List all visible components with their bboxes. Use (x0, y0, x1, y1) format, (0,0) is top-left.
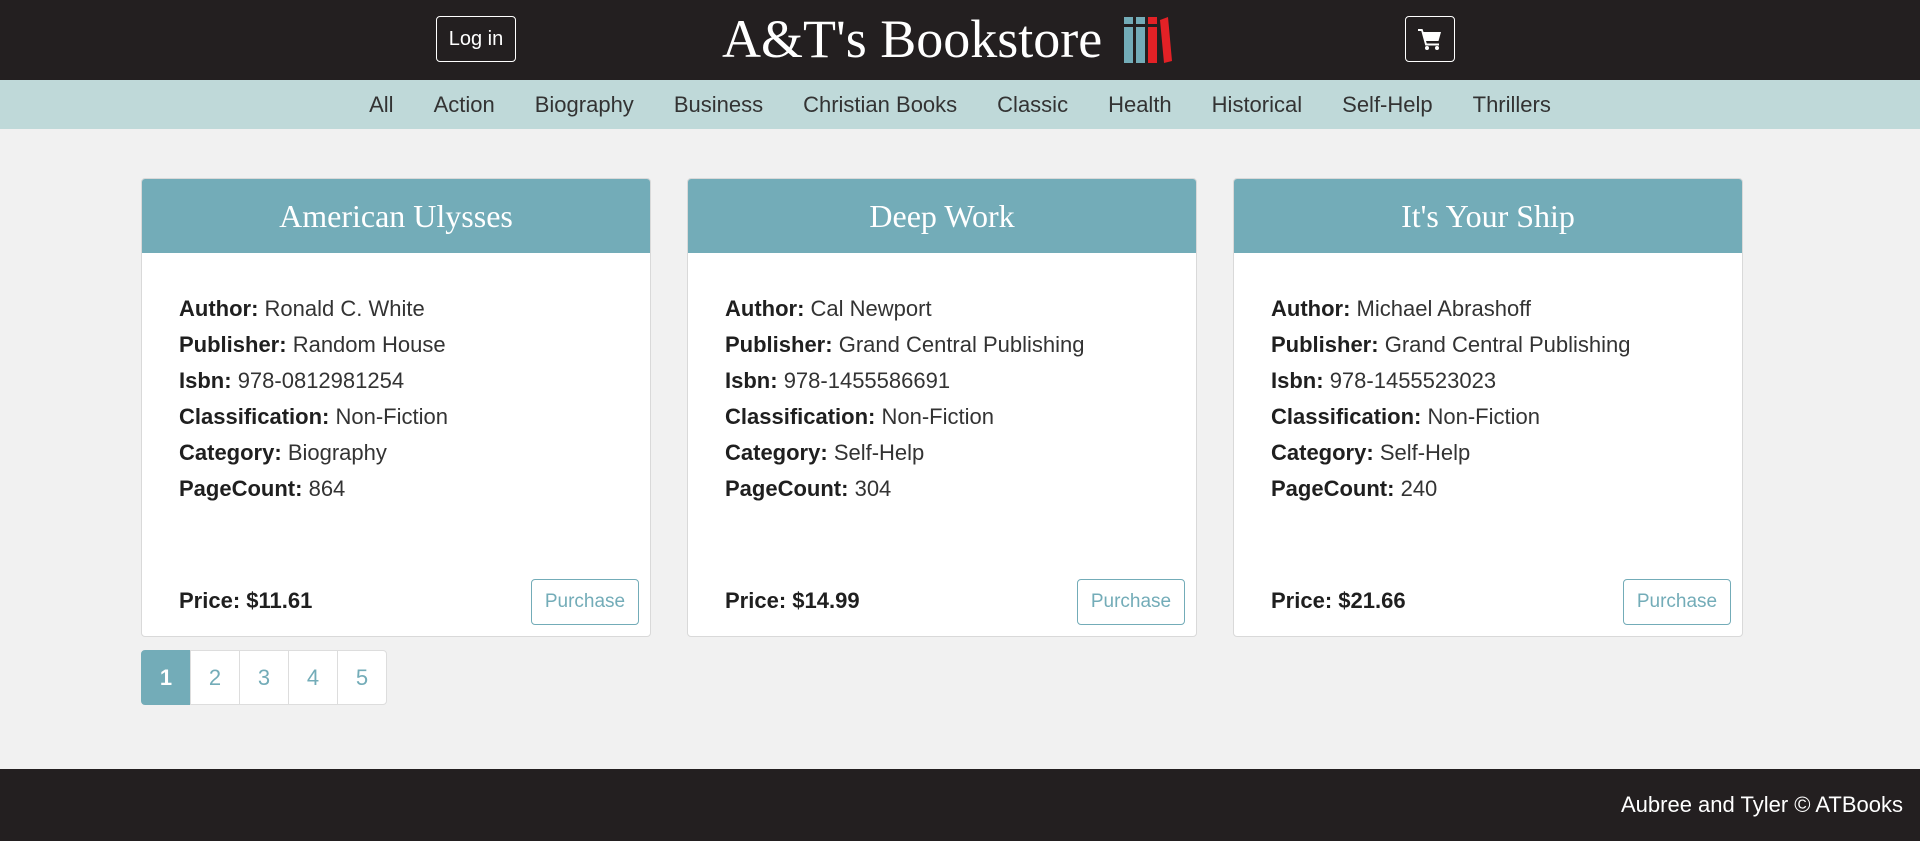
isbn-label: Isbn: (179, 368, 232, 393)
category-link-historical[interactable]: Historical (1192, 80, 1322, 129)
category-label: Category: (1271, 440, 1374, 465)
page-4-button[interactable]: 4 (288, 650, 338, 705)
book-price: Price: $14.99 (725, 583, 860, 619)
category-link-all[interactable]: All (349, 80, 413, 129)
category-label: Category: (179, 440, 282, 465)
book-price: Price: $11.61 (179, 583, 312, 619)
book-price: Price: $21.66 (1271, 583, 1406, 619)
isbn-value: 978-1455523023 (1329, 368, 1497, 393)
book-title: American Ulysses (142, 179, 650, 253)
purchase-button[interactable]: Purchase (531, 579, 639, 625)
page-2-button[interactable]: 2 (190, 650, 240, 705)
pagecount-value: 304 (854, 476, 892, 501)
category-value: Self-Help (1379, 440, 1471, 465)
pagecount-value: 864 (308, 476, 346, 501)
book-details: Author: Michael Abrashoff Publisher: Gra… (1271, 291, 1722, 507)
category-link-thrillers[interactable]: Thrillers (1453, 80, 1571, 129)
category-value: Biography (287, 440, 387, 465)
classification-label: Classification: (1271, 404, 1422, 429)
category-value: Self-Help (833, 440, 925, 465)
category-link-business[interactable]: Business (654, 80, 783, 129)
publisher-value: Random House (292, 332, 446, 357)
top-navbar: Log in A&T's Bookstore (0, 0, 1920, 80)
category-link-health[interactable]: Health (1088, 80, 1192, 129)
isbn-value: 978-1455586691 (783, 368, 951, 393)
pagecount-label: PageCount: (179, 476, 303, 501)
purchase-button[interactable]: Purchase (1077, 579, 1185, 625)
category-link-christian-books[interactable]: Christian Books (783, 80, 977, 129)
category-link-biography[interactable]: Biography (515, 80, 654, 129)
page-3-button[interactable]: 3 (239, 650, 289, 705)
footer: Aubree and Tyler © ATBooks (0, 769, 1920, 841)
isbn-label: Isbn: (725, 368, 778, 393)
category-link-self-help[interactable]: Self-Help (1322, 80, 1452, 129)
isbn-label: Isbn: (1271, 368, 1324, 393)
author-label: Author: (725, 296, 805, 321)
page-1-button[interactable]: 1 (141, 650, 191, 705)
classification-label: Classification: (179, 404, 330, 429)
price-label: Price: (1271, 588, 1333, 613)
category-link-classic[interactable]: Classic (977, 80, 1088, 129)
category-label: Category: (725, 440, 828, 465)
book-card: It's Your Ship Author: Michael Abrashoff… (1233, 178, 1743, 637)
book-details: Author: Cal Newport Publisher: Grand Cen… (725, 291, 1176, 507)
author-label: Author: (179, 296, 259, 321)
author-value: Cal Newport (810, 296, 932, 321)
category-link-action[interactable]: Action (414, 80, 515, 129)
isbn-value: 978-0812981254 (237, 368, 405, 393)
publisher-value: Grand Central Publishing (838, 332, 1085, 357)
price-value: $21.66 (1338, 588, 1406, 613)
shopping-cart-icon (1418, 29, 1441, 50)
publisher-value: Grand Central Publishing (1384, 332, 1631, 357)
publisher-label: Publisher: (725, 332, 833, 357)
price-label: Price: (179, 588, 241, 613)
book-details: Author: Ronald C. White Publisher: Rando… (179, 291, 630, 507)
book-card: Deep Work Author: Cal Newport Publisher:… (687, 178, 1197, 637)
author-value: Michael Abrashoff (1356, 296, 1532, 321)
pagecount-label: PageCount: (725, 476, 849, 501)
classification-value: Non-Fiction (881, 404, 994, 429)
author-label: Author: (1271, 296, 1351, 321)
price-value: $11.61 (246, 588, 313, 613)
pagecount-value: 240 (1400, 476, 1438, 501)
site-title[interactable]: A&T's Bookstore (722, 8, 1102, 70)
classification-value: Non-Fiction (335, 404, 448, 429)
footer-copyright: Aubree and Tyler © ATBooks (1621, 792, 1903, 817)
price-label: Price: (725, 588, 787, 613)
book-title: Deep Work (688, 179, 1196, 253)
author-value: Ronald C. White (264, 296, 425, 321)
price-value: $14.99 (792, 588, 860, 613)
pagecount-label: PageCount: (1271, 476, 1395, 501)
cart-button[interactable] (1405, 16, 1455, 62)
page-5-button[interactable]: 5 (337, 650, 387, 705)
publisher-label: Publisher: (179, 332, 287, 357)
classification-value: Non-Fiction (1427, 404, 1540, 429)
book-card: American Ulysses Author: Ronald C. White… (141, 178, 651, 637)
book-title: It's Your Ship (1234, 179, 1742, 253)
category-nav: All Action Biography Business Christian … (0, 80, 1920, 129)
purchase-button[interactable]: Purchase (1623, 579, 1731, 625)
books-icon (1124, 17, 1172, 63)
publisher-label: Publisher: (1271, 332, 1379, 357)
pagination: 1 2 3 4 5 (141, 650, 387, 705)
login-button[interactable]: Log in (436, 16, 516, 62)
classification-label: Classification: (725, 404, 876, 429)
